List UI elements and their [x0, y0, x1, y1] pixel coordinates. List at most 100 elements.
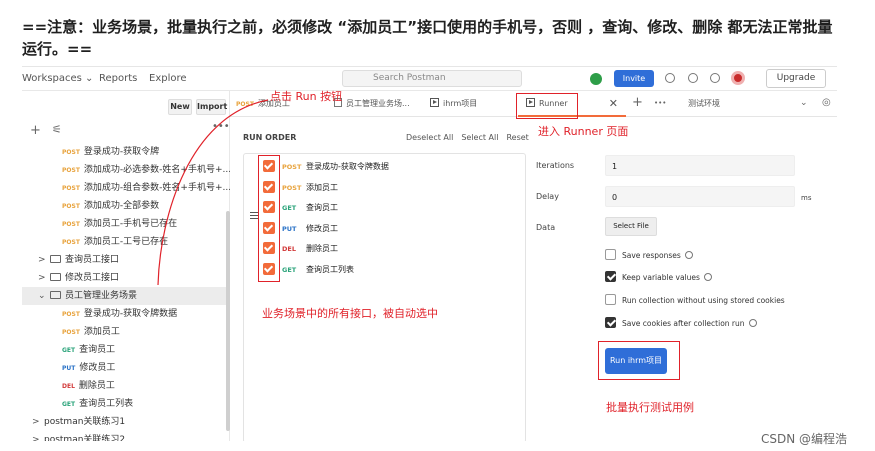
filter-icon[interactable]: ⚟: [52, 123, 62, 136]
sidebar-item-label: 查询员工列表: [79, 399, 134, 409]
chevron-down-icon[interactable]: ⌄: [38, 287, 50, 305]
reset-link[interactable]: Reset: [506, 133, 528, 142]
deselect-all-link[interactable]: Deselect All: [406, 133, 453, 142]
keep-variable-values-checkbox[interactable]: [605, 271, 616, 282]
workspaces-menu[interactable]: Workspaces ⌄: [22, 73, 93, 84]
sidebar-item-label: 添加成功-全部参数: [83, 201, 160, 211]
option-label: Save responses: [622, 251, 681, 260]
import-button[interactable]: Import: [196, 99, 227, 115]
delay-label: Delay: [536, 192, 559, 201]
invite-button[interactable]: Invite: [614, 70, 654, 87]
sidebar: New Import + ⚟ ••• POST 登录成功-获取令牌 POST 添加成功…: [22, 91, 230, 441]
sidebar-request[interactable]: POST 添加成功-组合参数-姓名+手机号+...: [22, 179, 230, 197]
checkbox-highlight: [258, 155, 280, 282]
iterations-input[interactable]: 1: [605, 155, 795, 176]
method-badge: GET: [62, 401, 76, 408]
select-all-link[interactable]: Select All: [461, 133, 498, 142]
chevron-right-icon[interactable]: >: [32, 431, 44, 441]
folder-icon: [50, 291, 61, 299]
settings-icon[interactable]: [665, 73, 675, 83]
method-badge: POST: [62, 311, 80, 318]
upgrade-button[interactable]: Upgrade: [766, 69, 826, 88]
tab-ihrm[interactable]: ihrm项目: [430, 91, 477, 117]
method-badge: POST: [62, 185, 80, 192]
new-tab-icon[interactable]: +: [632, 95, 643, 110]
run-without-cookies-option[interactable]: Run collection without using stored cook…: [605, 294, 785, 305]
run-order-item[interactable]: POST 登录成功-获取令牌数据: [263, 160, 389, 180]
sidebar-folder[interactable]: > 修改员工接口: [22, 269, 230, 287]
save-cookies-checkbox[interactable]: [605, 317, 616, 328]
chevron-right-icon[interactable]: >: [38, 251, 50, 269]
keep-variable-values-option[interactable]: Keep variable values: [605, 271, 712, 282]
save-responses-option[interactable]: Save responses: [605, 249, 693, 260]
search-input[interactable]: Search Postman: [342, 70, 522, 87]
sidebar-item-label: 添加成功-必选参数-姓名+手机号+...: [83, 165, 230, 175]
run-order-label: 查询员工列表: [306, 264, 354, 274]
save-responses-checkbox[interactable]: [605, 249, 616, 260]
auto-selected-annotation: 业务场景中的所有接口，被自动选中: [262, 307, 438, 320]
sync-icon[interactable]: [590, 73, 602, 85]
more-tabs-icon[interactable]: •••: [654, 99, 666, 107]
delay-input[interactable]: 0: [605, 186, 795, 207]
chevron-right-icon[interactable]: >: [32, 413, 44, 431]
method-badge: POST: [236, 101, 254, 108]
bell-icon[interactable]: [710, 73, 720, 83]
reports-link[interactable]: Reports: [99, 73, 137, 84]
close-icon[interactable]: ✕: [609, 91, 618, 117]
run-order-label: 删除员工: [306, 244, 338, 253]
method-badge: POST: [62, 329, 80, 336]
eye-icon[interactable]: ◎: [822, 97, 831, 108]
top-bar: Workspaces ⌄ Reports Explore Search Post…: [22, 67, 837, 91]
sidebar-request[interactable]: DEL 删除员工: [22, 377, 230, 395]
info-icon: [703, 273, 712, 281]
tab-label: 员工管理业务场...: [346, 99, 410, 108]
option-label: Run collection without using stored cook…: [622, 296, 785, 305]
sidebar-request[interactable]: POST 添加员工-工号已存在: [22, 233, 230, 251]
chevron-down-icon[interactable]: ⌄: [800, 98, 808, 108]
run-order-actions: Deselect All Select All Reset: [406, 133, 537, 142]
sidebar-folder[interactable]: ⌄ 员工管理业务场景: [22, 287, 230, 305]
sidebar-collection[interactable]: > postman关联练习1: [22, 413, 230, 431]
tab-scenario[interactable]: 员工管理业务场...: [334, 91, 410, 117]
run-without-cookies-checkbox[interactable]: [605, 294, 616, 305]
save-cookies-option[interactable]: Save cookies after collection run: [605, 317, 757, 328]
option-label: Keep variable values: [622, 273, 700, 282]
sidebar-collection[interactable]: > postman关联练习2: [22, 431, 230, 441]
enter-runner-annotation: 进入 Runner 页面: [538, 125, 629, 138]
more-icon[interactable]: •••: [212, 121, 230, 132]
environment-select[interactable]: 测试环境: [688, 91, 720, 117]
sidebar-request[interactable]: POST 添加成功-必选参数-姓名+手机号+...: [22, 161, 230, 179]
add-icon[interactable]: +: [30, 123, 41, 138]
avatar[interactable]: [731, 71, 745, 85]
sidebar-request[interactable]: POST 登录成功-获取令牌: [22, 143, 230, 161]
click-run-annotation: 点击 Run 按钮: [270, 90, 343, 103]
sidebar-request[interactable]: POST 添加员工: [22, 323, 230, 341]
sidebar-request[interactable]: GET 查询员工: [22, 341, 230, 359]
delay-unit: ms: [801, 194, 812, 202]
run-button-highlight: [598, 341, 680, 380]
watermark: CSDN @编程浩: [761, 432, 848, 446]
sidebar-request[interactable]: PUT 修改员工: [22, 359, 230, 377]
sidebar-item-label: 员工管理业务场景: [65, 291, 138, 301]
new-button[interactable]: New: [168, 99, 192, 115]
sidebar-folder[interactable]: > 查询员工接口: [22, 251, 230, 269]
folder-icon: [50, 273, 61, 281]
chevron-right-icon[interactable]: >: [38, 269, 50, 287]
explore-link[interactable]: Explore: [149, 73, 187, 84]
folder-icon: [50, 255, 61, 263]
select-file-button[interactable]: Select File: [605, 217, 657, 236]
batch-run-annotation: 批量执行测试用例: [606, 401, 694, 414]
sidebar-item-label: 添加员工-工号已存在: [83, 237, 169, 247]
method-badge: POST: [282, 183, 302, 192]
data-label: Data: [536, 223, 556, 232]
scrollbar[interactable]: [226, 211, 230, 431]
method-badge: POST: [62, 239, 80, 246]
sidebar-request[interactable]: GET 查询员工列表: [22, 395, 230, 413]
info-icon: [684, 251, 693, 259]
run-order-title: RUN ORDER: [243, 133, 297, 142]
method-badge: GET: [282, 204, 297, 212]
sidebar-request[interactable]: POST 添加员工-手机号已存在: [22, 215, 230, 233]
sidebar-request[interactable]: POST 登录成功-获取令牌数据: [22, 305, 230, 323]
gear-icon[interactable]: [688, 73, 698, 83]
sidebar-request[interactable]: POST 添加成功-全部参数: [22, 197, 230, 215]
